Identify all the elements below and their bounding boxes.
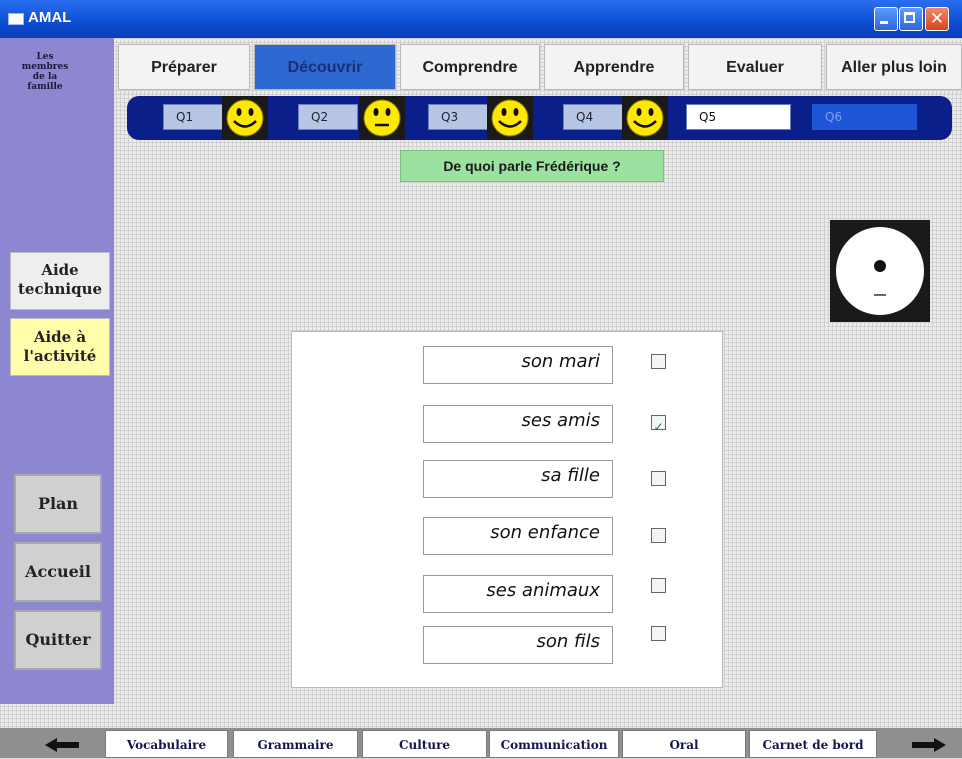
next-arrow-icon[interactable] [912, 738, 946, 752]
answer-option: son mari [423, 346, 613, 384]
bottom-tab-carnet-de-bord[interactable]: Carnet de bord [749, 730, 877, 758]
lesson-topic-line: de la [32, 72, 58, 82]
tab-decouvrir[interactable]: Découvrir [254, 44, 396, 90]
answer-option: ses amis [423, 405, 613, 443]
maximize-icon [904, 12, 915, 23]
technical-help-label: Aide [41, 261, 79, 279]
activity-help-button[interactable]: Aide à l'activité [10, 318, 110, 376]
smiley-icon [222, 96, 268, 140]
title-bar: AMAL ✕ [0, 0, 962, 38]
technical-help-label: technique [17, 280, 103, 298]
previous-arrow-icon[interactable] [45, 738, 79, 752]
tab-comprendre[interactable]: Comprendre [400, 44, 540, 90]
smiley-icon [622, 96, 668, 140]
lesson-topic-line: famille [27, 82, 63, 92]
answer-checkbox[interactable]: ✓ [651, 415, 666, 434]
section-tabs: Préparer Découvrir Comprendre Apprendre … [114, 44, 962, 92]
answer-checkbox[interactable] [651, 354, 666, 369]
app-icon [8, 13, 24, 25]
question-q4[interactable]: Q4 [563, 104, 623, 130]
tab-apprendre[interactable]: Apprendre [544, 44, 684, 90]
answer-option: son enfance [423, 517, 613, 555]
home-button[interactable]: Accueil [14, 542, 102, 602]
answer-option: sa fille [423, 460, 613, 498]
answer-option: ses animaux [423, 575, 613, 613]
lesson-topic: Les membres de la famille [6, 52, 84, 92]
answer-checkbox[interactable] [651, 626, 666, 641]
bottom-tab-vocabulaire[interactable]: Vocabulaire [105, 730, 228, 758]
minimize-icon [880, 21, 888, 24]
tab-evaluer[interactable]: Evaluer [688, 44, 822, 90]
answer-checkbox[interactable] [651, 471, 666, 486]
activity-help-label: l'activité [23, 347, 97, 365]
tab-preparer[interactable]: Préparer [118, 44, 250, 90]
lesson-topic-line: Les [36, 52, 54, 62]
question-q6[interactable]: Q6 [812, 104, 917, 130]
audio-cd-icon[interactable] [830, 220, 930, 322]
bottom-tab-culture[interactable]: Culture [362, 730, 487, 758]
smiley-icon [487, 96, 533, 140]
tab-aller-plus-loin[interactable]: Aller plus loin [826, 44, 962, 90]
answer-option: son fils [423, 626, 613, 664]
question-q5[interactable]: Q5 [686, 104, 791, 130]
question-q3[interactable]: Q3 [428, 104, 488, 130]
question-q2[interactable]: Q2 [298, 104, 358, 130]
minimize-button[interactable] [874, 7, 898, 31]
close-icon: ✕ [929, 9, 945, 29]
maximize-button[interactable] [899, 7, 923, 31]
check-icon: ✓ [653, 420, 664, 434]
activity-help-label: Aide à [33, 328, 87, 346]
bottom-tab-oral[interactable]: Oral [622, 730, 746, 758]
plan-button[interactable]: Plan [14, 474, 102, 534]
lesson-topic-line: membres [21, 62, 69, 72]
answer-checkbox[interactable] [651, 528, 666, 543]
smiley-icon [359, 96, 405, 140]
close-button[interactable]: ✕ [925, 7, 949, 31]
window-title: AMAL [28, 9, 72, 26]
answer-checkbox[interactable] [651, 578, 666, 593]
question-prompt: De quoi parle Frédérique ? [400, 150, 664, 182]
technical-help-button[interactable]: Aide technique [10, 252, 110, 310]
question-q1[interactable]: Q1 [163, 104, 223, 130]
bottom-tab-grammaire[interactable]: Grammaire [233, 730, 358, 758]
quit-button[interactable]: Quitter [14, 610, 102, 670]
bottom-tab-communication[interactable]: Communication [489, 730, 619, 758]
